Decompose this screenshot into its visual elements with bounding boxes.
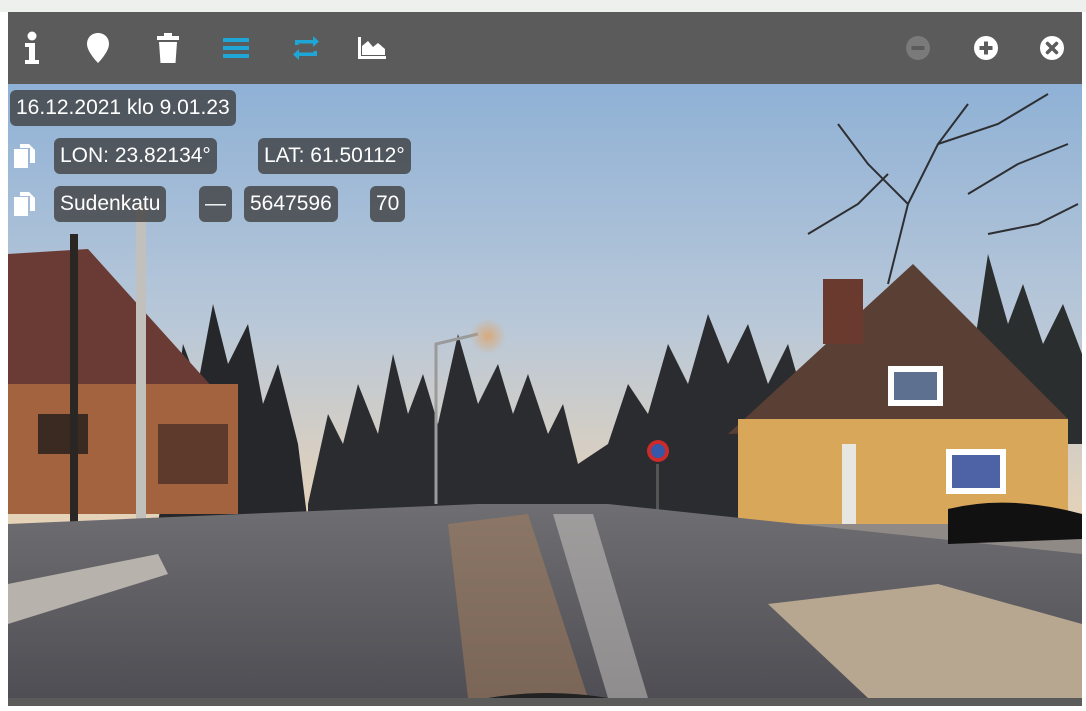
longitude-label: LON: 23.82134°: [54, 138, 217, 174]
close-icon: [1040, 36, 1064, 60]
separator-label: —: [199, 186, 232, 222]
zoom-out-button[interactable]: [900, 30, 936, 66]
copy-address-button[interactable]: [10, 186, 40, 222]
area-chart-button[interactable]: [354, 30, 390, 66]
delete-button[interactable]: [150, 30, 186, 66]
list-icon: [223, 38, 249, 58]
viewer-bottom-bar: [8, 698, 1082, 706]
repeat-icon: [293, 36, 319, 60]
viewer-toolbar: [8, 12, 1082, 84]
info-icon: [25, 31, 39, 64]
latitude-label: LAT: 61.50112°: [258, 138, 411, 174]
area-chart-icon: [358, 37, 386, 59]
map-marker-icon: [87, 33, 109, 63]
list-button[interactable]: [218, 30, 254, 66]
zoom-in-icon: [974, 36, 998, 60]
map-marker-button[interactable]: [80, 30, 116, 66]
zoom-in-button[interactable]: [968, 30, 1004, 66]
copy-icon: [14, 192, 35, 216]
map-background-strip: [0, 0, 1086, 12]
close-button[interactable]: [1034, 30, 1070, 66]
trash-icon: [157, 33, 179, 63]
street-name-label: Sudenkatu: [54, 186, 167, 222]
timestamp-label: 16.12.2021 klo 9.01.23: [10, 90, 236, 126]
info-button[interactable]: [14, 30, 50, 66]
repeat-button[interactable]: [288, 30, 324, 66]
image-viewer-panel: 16.12.2021 klo 9.01.23 LON: 23.82134° LA…: [8, 12, 1082, 706]
number-label: 70: [370, 186, 406, 222]
copy-icon: [14, 144, 35, 168]
copy-coordinates-button[interactable]: [10, 138, 40, 174]
image-id-label: 5647596: [244, 186, 338, 222]
street-photo[interactable]: [8, 84, 1082, 698]
zoom-out-icon: [906, 36, 930, 60]
